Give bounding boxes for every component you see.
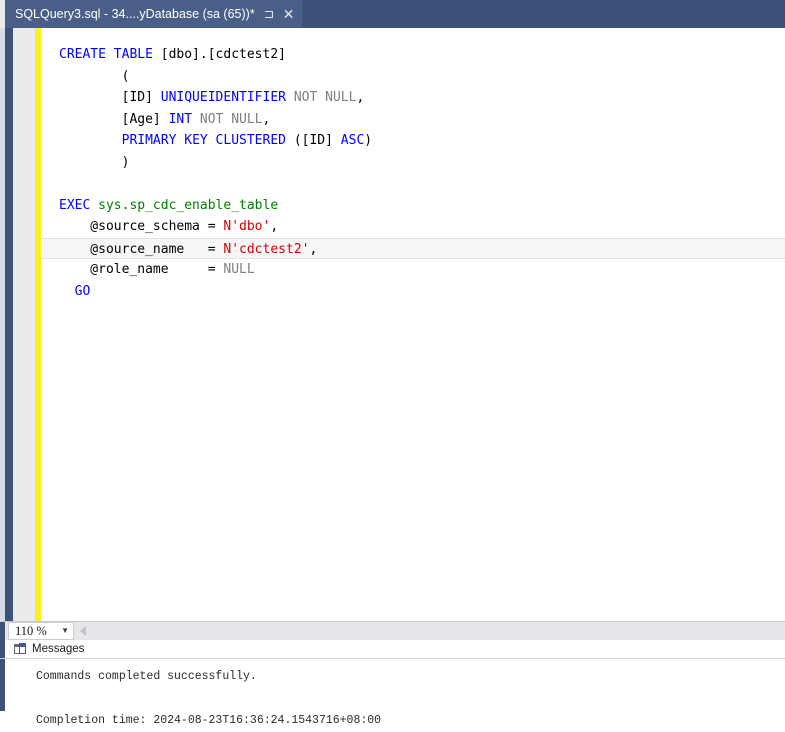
code-token: , — [270, 219, 279, 234]
code-text-area[interactable]: CREATE TABLE [dbo].[cdctest2] ( [ID] UNI… — [41, 28, 785, 621]
code-line[interactable]: [ID] UNIQUEIDENTIFIER NOT NULL, — [41, 87, 785, 109]
code-editor[interactable]: CREATE TABLE [dbo].[cdctest2] ( [ID] UNI… — [0, 28, 785, 621]
pin-tab-icon[interactable]: ⊐ — [263, 8, 274, 20]
editor-tab-strip: SQLQuery3.sql - 34....yDatabase (sa (65)… — [0, 0, 785, 28]
chevron-down-icon[interactable]: ▼ — [61, 627, 69, 635]
messages-tab-label: Messages — [32, 643, 85, 655]
editor-left-indicator-bar — [5, 28, 13, 621]
grid-icon — [14, 643, 27, 655]
code-line[interactable]: EXEC sys.sp_cdc_enable_table — [41, 195, 785, 217]
code-token: , — [356, 90, 365, 105]
code-token: [dbo].[cdctest2] — [160, 47, 286, 62]
code-token: ( — [59, 68, 130, 84]
code-token: @source_name = — [59, 241, 224, 257]
code-token: N'cdctest2' — [223, 241, 310, 257]
code-token: GO — [74, 283, 91, 299]
zoom-level-value: 110 % — [15, 623, 47, 638]
code-token: ([ID] — [286, 133, 341, 148]
code-token: , — [309, 241, 318, 257]
code-token: sys.sp_cdc_enable_table — [98, 197, 279, 213]
messages-output-text: Commands completed successfully. Complet… — [36, 670, 382, 727]
code-token: NOT NULL — [199, 111, 263, 127]
ssms-query-window: SQLQuery3.sql - 34....yDatabase (sa (65)… — [0, 0, 785, 727]
code-token: , — [262, 111, 271, 127]
code-line[interactable]: @source_name = N'cdctest2', — [41, 237, 785, 259]
code-token: ) — [364, 133, 373, 148]
code-line[interactable]: CREATE TABLE [dbo].[cdctest2] — [41, 44, 785, 66]
code-token: INT — [168, 111, 193, 127]
code-line[interactable]: @role_name = NULL — [41, 259, 785, 281]
code-token: NOT NULL — [293, 90, 357, 105]
tab-title: SQLQuery3.sql - 34....yDatabase (sa (65)… — [15, 7, 255, 21]
code-line[interactable]: @source_schema = N'dbo', — [41, 216, 785, 238]
code-token: CREATE TABLE — [59, 47, 161, 62]
editor-status-bar: 110 % ▼ — [0, 621, 785, 640]
code-token: UNIQUEIDENTIFIER — [160, 90, 286, 105]
scroll-left-arrow-icon[interactable] — [80, 626, 86, 636]
code-line[interactable]: ) — [41, 152, 785, 174]
code-line[interactable]: PRIMARY KEY CLUSTERED ([ID] ASC) — [41, 130, 785, 152]
code-token: N'dbo' — [223, 219, 271, 234]
tab-sqlquery3[interactable]: SQLQuery3.sql - 34....yDatabase (sa (65)… — [5, 0, 303, 28]
code-token: ) — [59, 154, 130, 170]
code-line[interactable]: GO — [41, 281, 785, 303]
tab-messages[interactable]: Messages — [5, 640, 95, 659]
code-token: [ID] — [59, 90, 161, 105]
messages-pane: Messages Commands completed successfully… — [0, 640, 785, 727]
code-token: EXEC — [59, 197, 99, 213]
code-token: [Age] — [59, 111, 169, 127]
zoom-level-dropdown[interactable]: 110 % ▼ — [8, 622, 74, 640]
status-bar-left-edge — [0, 622, 5, 640]
code-lines[interactable]: CREATE TABLE [dbo].[cdctest2] ( [ID] UNI… — [41, 44, 785, 302]
editor-gutter[interactable] — [13, 28, 35, 621]
code-line[interactable]: ( — [41, 66, 785, 88]
code-token: PRIMARY KEY CLUSTERED — [121, 133, 286, 148]
close-tab-icon[interactable]: ✕ — [283, 7, 295, 21]
code-line[interactable]: [Age] INT NOT NULL, — [41, 109, 785, 131]
code-token: ASC — [340, 133, 365, 148]
code-token: @source_schema = — [59, 219, 224, 234]
code-line[interactable] — [41, 173, 785, 195]
code-token: NULL — [223, 262, 255, 277]
code-token: @role_name = — [59, 262, 224, 277]
